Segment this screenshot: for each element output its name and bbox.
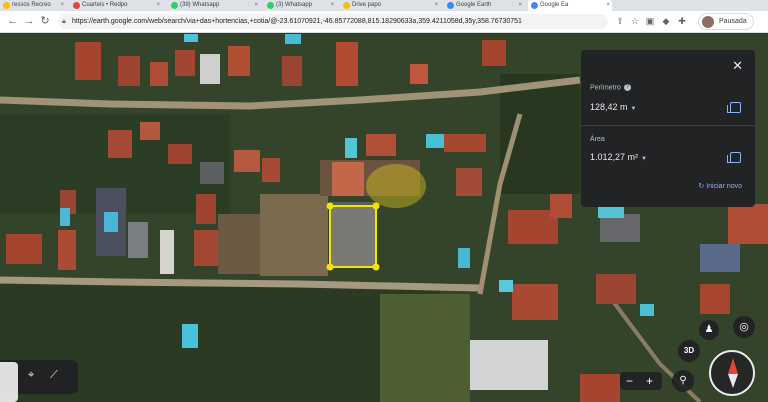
browser-tab[interactable]: (39) Whatsapp × — [168, 0, 260, 11]
measure-icon[interactable]: ⟋ — [50, 369, 58, 382]
perimeter-label: Perímetro — [590, 84, 621, 92]
satellite-map[interactable]: ✕ Perímetro? 128,42 m ▼ Área 1.012,27 m² ▼… — [0, 34, 768, 402]
browser-tab[interactable]: Google Ea × — [528, 0, 612, 11]
avatar — [702, 16, 714, 28]
browser-tab[interactable]: Drive papo × — [340, 0, 440, 11]
zoom-control: − + — [620, 372, 662, 390]
puzzle-icon[interactable]: ✚ — [676, 15, 688, 27]
location-pin-icon[interactable]: ⌖ — [28, 369, 34, 382]
profile-button[interactable]: Pausada — [698, 13, 754, 30]
zoom-out-button[interactable]: − — [626, 372, 633, 390]
tab-close-icon[interactable]: × — [518, 0, 522, 11]
favicon-icon — [343, 2, 350, 9]
arrow-left-icon[interactable]: ← — [6, 14, 20, 28]
ext1-icon[interactable]: ▣ — [644, 15, 656, 27]
copy-icon[interactable] — [727, 102, 741, 113]
perimeter-value: 128,42 m — [590, 102, 628, 112]
favicon-icon — [73, 2, 80, 9]
reload-icon[interactable]: ↻ — [38, 14, 52, 28]
polygon-vertex[interactable] — [326, 263, 334, 271]
tab-label: Google Earth — [456, 2, 492, 8]
tab-label: Drive papo — [352, 2, 382, 8]
tab-label: (3) Whatsapp — [276, 2, 313, 8]
restart-icon: ↻ — [698, 183, 705, 190]
area-value: 1.012,27 m² — [590, 152, 639, 162]
star-icon[interactable]: ☆ — [629, 15, 641, 27]
side-handle[interactable] — [0, 362, 18, 402]
tab-label: ressos Recreo — [12, 2, 51, 8]
tab-close-icon[interactable]: × — [606, 0, 610, 11]
tab-label: (39) Whatsapp — [180, 2, 220, 8]
polygon-vertex[interactable] — [372, 202, 380, 210]
close-icon[interactable]: ✕ — [732, 58, 743, 74]
favicon-icon — [531, 2, 538, 9]
caret-down-icon: ▼ — [641, 156, 647, 162]
tab-close-icon[interactable]: × — [434, 0, 438, 11]
tab-close-icon[interactable]: × — [254, 0, 258, 11]
tab-close-icon[interactable]: × — [156, 0, 160, 11]
url-text: https://earth.google.com/web/search/via+… — [72, 18, 522, 25]
browser-tab[interactable]: ressos Recreo × — [0, 0, 66, 11]
browser-tab[interactable]: Google Earth × — [444, 0, 524, 11]
polygon-vertex[interactable] — [326, 202, 334, 210]
area-label: Área — [590, 136, 605, 143]
copy-icon[interactable] — [727, 152, 741, 163]
view-3d-button[interactable]: 3D — [678, 340, 700, 362]
address-bar[interactable]: 🔒︎ https://earth.google.com/web/search/v… — [58, 14, 608, 29]
lock-icon[interactable]: 🔒︎ — [62, 14, 66, 29]
arrow-right-icon[interactable]: → — [22, 14, 36, 28]
tab-close-icon[interactable]: × — [60, 0, 64, 11]
info-icon[interactable]: ? — [623, 84, 631, 91]
share-icon[interactable]: ⇪ — [614, 15, 626, 27]
browser-toolbar: ← → ↻ 🔒︎ https://earth.google.com/web/se… — [0, 11, 768, 33]
favicon-icon — [3, 2, 10, 9]
restart-label: Iniciar novo — [706, 183, 742, 190]
browser-tab-strip: ressos Recreo × Cuarteis • Redpo × (39) What… — [0, 0, 768, 11]
compass-icon[interactable] — [709, 350, 755, 396]
tab-close-icon[interactable]: × — [330, 0, 334, 11]
locate-icon[interactable]: ◎ — [733, 316, 755, 338]
polygon-vertex[interactable] — [372, 263, 380, 271]
street-view-icon[interactable]: ♟ — [699, 320, 719, 340]
perimeter-value-dropdown[interactable]: 128,42 m ▼ — [590, 102, 636, 112]
measurement-polygon[interactable] — [326, 202, 380, 271]
browser-tab[interactable]: (3) Whatsapp × — [264, 0, 336, 11]
favicon-icon — [267, 2, 274, 9]
divider — [581, 125, 755, 126]
ext2-icon[interactable]: ◆ — [660, 15, 672, 27]
restart-button[interactable]: ↻ Iniciar novo — [698, 182, 742, 190]
favicon-icon — [447, 2, 454, 9]
measure-panel: ✕ Perímetro? 128,42 m ▼ Área 1.012,27 m² ▼… — [581, 50, 755, 207]
tab-label: Cuarteis • Redpo — [82, 2, 128, 8]
caret-down-icon: ▼ — [630, 106, 637, 112]
pegman-icon[interactable]: ⚲ — [672, 370, 694, 392]
favicon-icon — [171, 2, 178, 9]
area-value-dropdown[interactable]: 1.012,27 m² ▼ — [590, 152, 647, 162]
tab-label: Google Ea — [540, 2, 569, 8]
zoom-in-button[interactable]: + — [646, 372, 653, 390]
browser-tab[interactable]: Cuarteis • Redpo × — [70, 0, 162, 11]
